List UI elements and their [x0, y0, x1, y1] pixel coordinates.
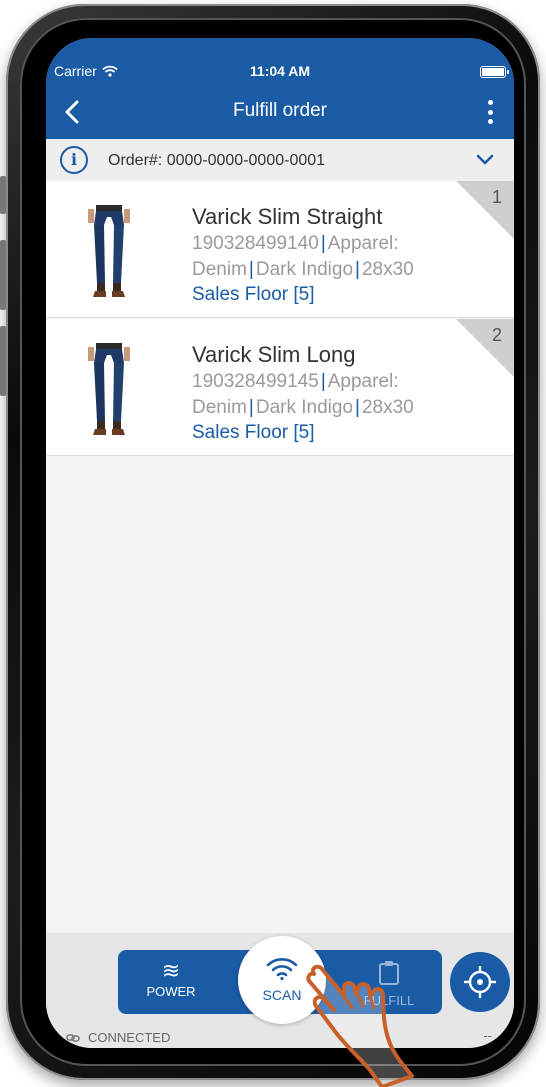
item-location: Sales Floor [5]: [192, 284, 315, 305]
power-button[interactable]: ≋ POWER: [128, 958, 214, 1010]
list-item[interactable]: Varick Slim Straight 190328499140 | Appare…: [46, 181, 514, 318]
item-color: Dark Indigo: [255, 396, 354, 418]
jeans-product-image: [88, 343, 130, 435]
side-button-mute: [0, 176, 6, 214]
pointing-hand-icon: [306, 964, 414, 1087]
item-details: Varick Slim Straight 190328499140 | Appare…: [192, 203, 482, 308]
item-index-badge: 1: [456, 181, 514, 239]
item-color: Dark Indigo: [255, 258, 354, 280]
item-name: Varick Slim Long: [192, 342, 356, 367]
item-location: Sales Floor [5]: [192, 422, 315, 443]
connection-status: CONNECTED: [66, 1030, 170, 1045]
app-header: Carrier 11:04 AM Fulfill order: [46, 38, 514, 139]
list-item[interactable]: Varick Slim Long 190328499145 | Apparel: D…: [46, 319, 514, 456]
item-size: 28x30: [361, 258, 414, 280]
side-button-volume-up: [0, 240, 6, 310]
item-attributes: Denim | Dark Indigo | 28x30: [192, 396, 414, 418]
item-specs: 190328499145 | Apparel:: [192, 371, 399, 392]
item-index: 2: [491, 325, 502, 345]
chevron-down-icon[interactable]: [474, 149, 496, 169]
item-subcategory: Denim: [192, 258, 247, 280]
item-specs: 190328499140 | Apparel:: [192, 233, 399, 254]
order-summary-bar[interactable]: i Order#: 0000-0000-0000-0001: [46, 139, 514, 181]
item-attributes: Denim | Dark Indigo | 28x30: [192, 258, 414, 280]
page-title: Fulfill order: [233, 100, 327, 121]
battery-icon: [480, 66, 509, 78]
item-upc: 190328499145: [192, 371, 319, 392]
item-index-badge: 2: [456, 319, 514, 377]
item-category: Apparel:: [327, 371, 399, 392]
nav-bar: Fulfill order: [46, 90, 514, 134]
item-subcategory: Denim: [192, 396, 247, 418]
connection-label: CONNECTED: [88, 1030, 171, 1045]
info-icon[interactable]: i: [60, 146, 88, 174]
status-time: 11:04 AM: [249, 63, 311, 79]
scan-wifi-icon: [266, 958, 298, 981]
item-upc: 190328499140: [192, 233, 319, 254]
locate-button[interactable]: [450, 952, 510, 1012]
item-index: 1: [491, 187, 502, 207]
side-button-volume-down: [0, 326, 6, 396]
item-category: Apparel:: [327, 233, 399, 254]
item-details: Varick Slim Long 190328499145 | Apparel: D…: [192, 341, 482, 446]
power-waves-icon: ≋: [161, 958, 181, 983]
app-screen: Carrier 11:04 AM Fulfill order i Order#:…: [46, 38, 514, 1048]
more-icon[interactable]: [484, 98, 496, 126]
item-size: 28x30: [361, 396, 414, 418]
jeans-product-image: [88, 205, 130, 297]
status-bar: Carrier 11:04 AM: [46, 60, 514, 84]
link-icon: [66, 1033, 80, 1042]
footer-right-status: --: [483, 1028, 492, 1043]
order-number: Order#: 0000-0000-0000-0001: [108, 152, 326, 169]
crosshair-icon: [464, 966, 496, 998]
power-label: POWER: [146, 984, 196, 999]
item-name: Varick Slim Straight: [192, 204, 383, 229]
